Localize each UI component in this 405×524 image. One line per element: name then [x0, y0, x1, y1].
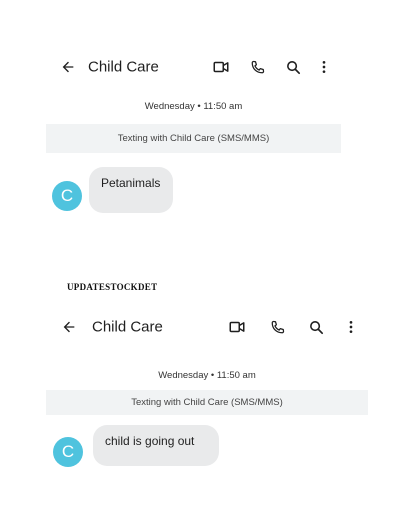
message-text: Petanimals: [101, 176, 161, 190]
message-bubble[interactable]: child is going out: [93, 425, 219, 466]
avatar-letter: C: [61, 442, 75, 461]
app-bar: Child Care: [46, 44, 341, 90]
app-bar: Child Care: [46, 304, 368, 350]
message-text: child is going out: [105, 434, 195, 448]
watermark-text: UPDATESTOCKDET: [67, 282, 158, 292]
date-separator: Wednesday • 11:50 am: [158, 370, 256, 381]
video-call-icon[interactable]: [210, 56, 232, 78]
back-arrow-icon[interactable]: [57, 56, 79, 78]
more-vertical-icon[interactable]: [313, 56, 335, 78]
search-icon[interactable]: [282, 56, 304, 78]
back-arrow-icon[interactable]: [58, 316, 80, 338]
message-bubble[interactable]: Petanimals: [89, 167, 173, 213]
conversation-title: Child Care: [88, 58, 159, 76]
phone-icon[interactable]: [246, 56, 268, 78]
contact-avatar[interactable]: C: [52, 181, 82, 211]
sms-info-banner: Texting with Child Care (SMS/MMS): [46, 124, 341, 153]
conversation-screenshot-1: Child Care Wednesday • 11:50 am Texting …: [46, 44, 341, 215]
conversation-screenshot-2: Child Care Wednesday • 11:50 am Texting …: [46, 304, 368, 472]
date-separator: Wednesday • 11:50 am: [144, 101, 243, 112]
avatar-letter: C: [60, 186, 74, 205]
video-call-icon[interactable]: [226, 316, 248, 338]
search-icon[interactable]: [305, 316, 327, 338]
sms-info-banner: Texting with Child Care (SMS/MMS): [46, 390, 368, 415]
conversation-title: Child Care: [92, 318, 163, 336]
phone-icon[interactable]: [266, 316, 288, 338]
more-vertical-icon[interactable]: [340, 316, 362, 338]
contact-avatar[interactable]: C: [53, 437, 83, 467]
